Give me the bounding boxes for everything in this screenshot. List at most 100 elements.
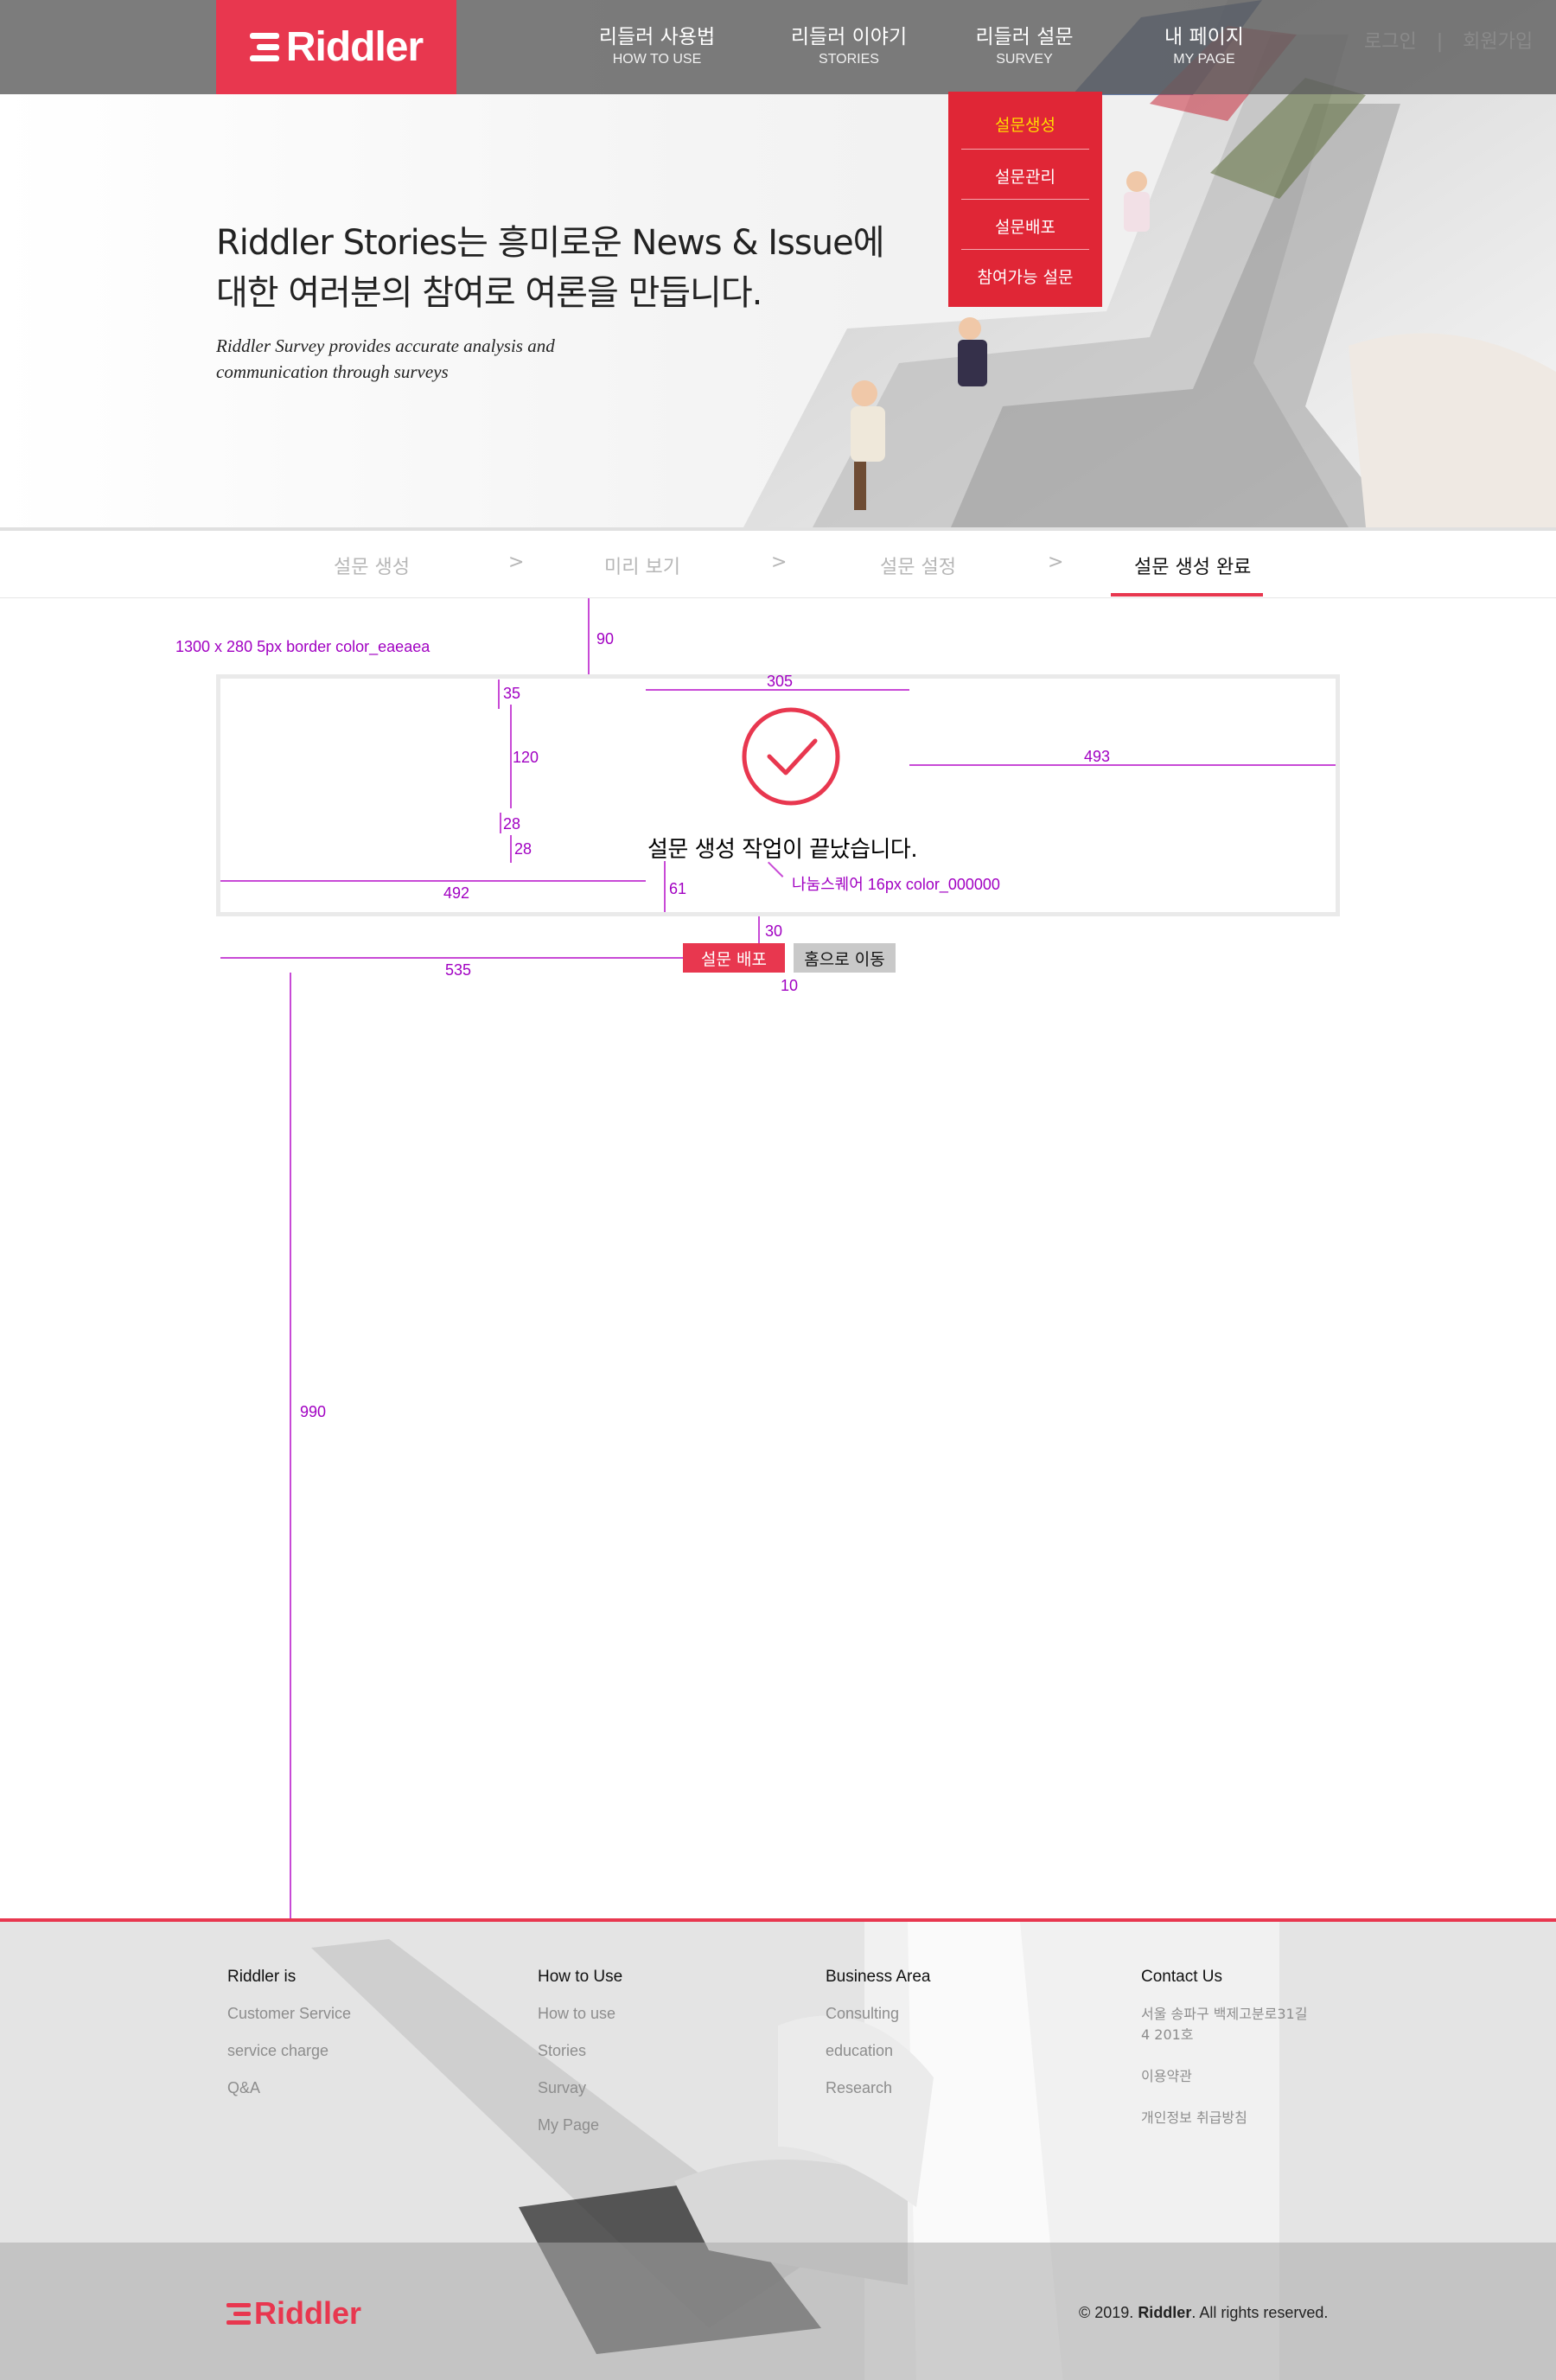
nav-my-page-sublabel: MY PAGE: [1173, 52, 1235, 67]
nav-stories[interactable]: 리들러 이야기 STORIES: [784, 24, 914, 69]
step-settings: 설문 설정: [880, 557, 956, 578]
step-arrow: >: [508, 552, 525, 573]
footer-link-privacy-policy[interactable]: 개인정보 취급방침: [1141, 2108, 1314, 2128]
hero-title-line-1: Riddler Stories는 흥미로운 News & Issue에: [216, 223, 884, 263]
active-step-underline: [1111, 593, 1263, 597]
footer-heading: Riddler is: [227, 1968, 297, 1986]
menu-item-create-survey[interactable]: 설문생성: [961, 112, 1089, 136]
auth-links: 로그인 | 회원가입: [1357, 26, 1540, 54]
guide-line: [758, 916, 760, 943]
hero-title: Riddler Stories는 흥미로운 News & Issue에 대한 여…: [216, 218, 884, 318]
footer-logo-stripes-icon: [226, 2302, 251, 2325]
footer-logo[interactable]: Riddler: [226, 2295, 361, 2332]
guide-label: 990: [300, 1403, 327, 1420]
footer-link-consulting[interactable]: Consulting: [826, 2004, 930, 2024]
footer-link-stories[interactable]: Stories: [538, 2041, 622, 2061]
font-spec-annotation: 나눔스퀘어 16px color_000000: [792, 876, 1000, 893]
menu-item-manage-survey[interactable]: 설문관리: [961, 164, 1089, 188]
guide-line: [510, 705, 512, 808]
guide-line: [500, 813, 501, 833]
menu-item-available-surveys[interactable]: 참여가능 설문: [961, 265, 1089, 288]
guide-label: 492: [443, 884, 470, 902]
menu-divider: [961, 149, 1089, 150]
guide-label: 28: [514, 840, 532, 858]
footer-link-survay[interactable]: Survay: [538, 2078, 622, 2098]
step-create: 설문 생성: [334, 557, 410, 578]
footer-address: 서울 송파구 백제고분로31길 4 201호: [1141, 2006, 1308, 2043]
footer-link-customer-service[interactable]: Customer Service: [227, 2004, 351, 2024]
guide-line: [909, 764, 1336, 766]
guide-label: 28: [503, 815, 521, 833]
footer-link-terms[interactable]: 이용약관: [1141, 2066, 1314, 2087]
guide-label: 90: [596, 630, 615, 648]
nav-how-to-use-label: 리들러 사용법: [598, 26, 716, 48]
footer-column-how-to-use: How to Use How to use Stories Survay My …: [538, 1968, 622, 2153]
nav-survey-label: 리들러 설문: [975, 26, 1074, 48]
footer-heading: How to Use: [538, 1968, 623, 1986]
copyright-brand: Riddler: [1138, 2304, 1192, 2321]
guide-line: [498, 680, 500, 709]
guide-label: 305: [767, 673, 794, 690]
guide-line: [220, 957, 683, 959]
guide-label: 30: [765, 922, 783, 940]
footer-link-service-charge[interactable]: service charge: [227, 2041, 351, 2061]
footer-link-qna[interactable]: Q&A: [227, 2078, 351, 2098]
menu-divider: [961, 199, 1089, 200]
go-home-button[interactable]: 홈으로 이동: [794, 943, 896, 973]
hero-subtitle-line-2: communication through surveys: [216, 361, 449, 382]
footer-heading: Contact Us: [1141, 1968, 1222, 1986]
guide-label: 10: [781, 977, 799, 994]
guide-line: [290, 973, 291, 1918]
auth-divider: |: [1436, 31, 1444, 53]
box-spec-annotation: 1300 x 280 5px border color_eaeaea: [175, 638, 430, 655]
nav-stories-label: 리들러 이야기: [790, 26, 908, 48]
footer-link-education[interactable]: education: [826, 2041, 930, 2061]
footer-link-research[interactable]: Research: [826, 2078, 930, 2098]
menu-divider: [961, 249, 1089, 250]
menu-item-distribute-survey[interactable]: 설문배포: [961, 214, 1089, 238]
step-arrow: >: [771, 552, 788, 573]
nav-survey[interactable]: 리들러 설문 SURVEY: [964, 24, 1085, 69]
guide-line: [510, 835, 512, 863]
hero-title-line-2: 대한 여러분의 참여로 여론을 만듭니다.: [216, 273, 762, 313]
footer-heading: Business Area: [826, 1968, 931, 1986]
login-link[interactable]: 로그인: [1364, 31, 1417, 53]
distribute-survey-button[interactable]: 설문 배포: [683, 943, 785, 973]
copyright-suffix: . All rights reserved.: [1191, 2304, 1329, 2321]
logo-wordmark: Riddler: [285, 24, 424, 70]
nav-stories-sublabel: STORIES: [819, 52, 879, 67]
guide-line: [664, 861, 666, 912]
signup-link[interactable]: 회원가입: [1463, 31, 1533, 53]
step-complete: 설문 생성 완료: [1134, 557, 1252, 578]
nav-my-page[interactable]: 내 페이지 MY PAGE: [1152, 24, 1256, 69]
guide-label: 535: [445, 961, 472, 979]
hero-subtitle-line-1: Riddler Survey provides accurate analysi…: [216, 335, 555, 356]
guide-label: 120: [513, 749, 539, 766]
footer-column-riddler-is: Riddler is Customer Service service char…: [227, 1968, 351, 2115]
guide-label: 61: [669, 880, 687, 897]
nav-my-page-label: 내 페이지: [1164, 26, 1244, 48]
completion-message: 설문 생성 작업이 끝났습니다.: [647, 837, 918, 863]
copyright: © 2019. Riddler. All rights reserved.: [1079, 2304, 1328, 2322]
guide-label: 493: [1084, 748, 1111, 765]
footer-link-how-to-use[interactable]: How to use: [538, 2004, 622, 2024]
step-arrow: >: [1048, 552, 1064, 573]
guide-line: [588, 598, 590, 674]
hero-subtitle: Riddler Survey provides accurate analysi…: [216, 333, 555, 385]
nav-how-to-use[interactable]: 리들러 사용법 HOW TO USE: [596, 24, 717, 69]
copyright-prefix: © 2019.: [1079, 2304, 1138, 2321]
footer-column-contact-us: Contact Us 서울 송파구 백제고분로31길 4 201호 이용약관 개…: [1141, 1968, 1314, 2149]
survey-step-indicator: 설문 생성 > 미리 보기 > 설문 설정 > 설문 생성 완료: [0, 527, 1556, 598]
check-circle-icon: [742, 707, 840, 806]
guide-line: [220, 880, 646, 882]
step-preview: 미리 보기: [604, 557, 680, 578]
nav-survey-sublabel: SURVEY: [996, 52, 1053, 67]
logo-stripes-icon: [249, 33, 279, 61]
footer-logo-wordmark: Riddler: [254, 2295, 362, 2331]
survey-dropdown-menu: 설문생성 설문관리 설문배포 참여가능 설문: [948, 92, 1102, 307]
nav-how-to-use-sublabel: HOW TO USE: [612, 52, 702, 67]
footer-link-my-page[interactable]: My Page: [538, 2115, 622, 2135]
footer-column-business-area: Business Area Consulting education Resea…: [826, 1968, 930, 2115]
riddler-logo[interactable]: Riddler: [216, 0, 456, 94]
guide-label: 35: [503, 685, 521, 702]
